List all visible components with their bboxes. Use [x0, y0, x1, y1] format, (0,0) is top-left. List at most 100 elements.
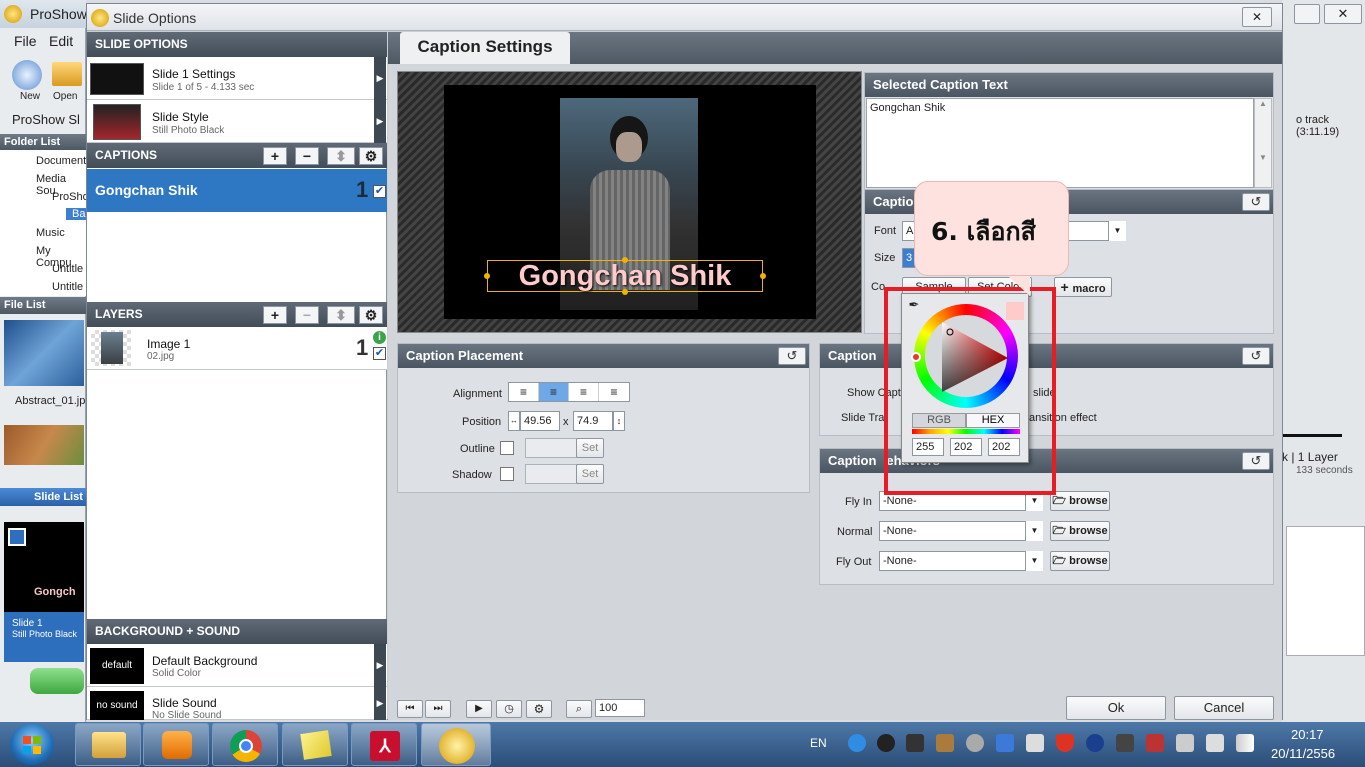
resize-handle[interactable] — [760, 273, 766, 279]
tray-device-icon[interactable] — [1146, 734, 1164, 752]
chevron-right-icon[interactable]: ▶ — [374, 100, 386, 143]
info-icon[interactable]: i — [373, 331, 386, 344]
tray-volume-icon[interactable] — [1176, 734, 1194, 752]
tray-camera-icon[interactable] — [877, 734, 895, 752]
text-scrollbar[interactable]: ▲ ▼ — [1254, 98, 1272, 188]
position-x-arrows-icon[interactable]: ↔ — [508, 411, 520, 431]
tree-item[interactable]: Untitle — [52, 281, 83, 293]
zoom-input[interactable]: 100 — [595, 699, 645, 717]
tray-hat-icon[interactable] — [906, 734, 924, 752]
tray-shield-icon[interactable] — [1056, 734, 1074, 752]
resize-handle[interactable] — [622, 289, 628, 295]
taskbar-proshow[interactable] — [421, 723, 491, 766]
sound-item[interactable]: no sound Slide Sound No Slide Sound ▶ — [87, 687, 387, 721]
slide-settings-item[interactable]: Slide 1 Settings Slide 1 of 5 - 4.133 se… — [87, 57, 387, 100]
remove-layer-button[interactable]: − — [295, 306, 319, 324]
reset-behaviors-button[interactable]: ↺ — [1242, 452, 1270, 470]
shadow-color-swatch[interactable] — [525, 464, 577, 484]
tray-monitor-icon[interactable] — [1116, 734, 1134, 752]
reset-format-button[interactable]: ↺ — [1242, 193, 1270, 211]
tray-disc-icon[interactable] — [966, 734, 984, 752]
clock-time[interactable]: 20:17 — [1291, 727, 1324, 742]
chevron-right-icon[interactable]: ▶ — [374, 687, 386, 720]
taskbar-media-player[interactable] — [143, 723, 209, 766]
zoom-icon[interactable]: ⌕ — [566, 700, 592, 718]
reorder-layer-button[interactable]: ⬍ — [327, 306, 355, 324]
add-layer-button[interactable]: + — [263, 306, 287, 324]
chevron-right-icon[interactable]: ▶ — [374, 57, 386, 100]
normal-browse-button[interactable]: 🗁 browse — [1050, 521, 1110, 541]
caption-text-area[interactable]: Gongchan Shik — [866, 98, 1254, 188]
caption-gear-icon[interactable]: ⚙ — [359, 147, 383, 165]
skip-back-icon[interactable]: ⏮ — [397, 700, 423, 718]
slide-style-item[interactable]: Slide Style Still Photo Black ▶ — [87, 100, 387, 143]
tree-item[interactable]: Music — [36, 227, 65, 239]
shadow-set-button[interactable]: Set — [576, 464, 604, 484]
align-left-icon[interactable]: ≡ — [509, 383, 539, 401]
align-justify-icon[interactable]: ≡ — [599, 383, 629, 401]
menu-edit[interactable]: Edit — [49, 33, 73, 49]
position-y-arrows-icon[interactable]: ↕ — [613, 411, 625, 431]
close-icon[interactable]: ✕ — [1324, 4, 1362, 24]
resize-handle[interactable] — [484, 273, 490, 279]
ok-button[interactable]: Ok — [1066, 696, 1166, 720]
tray-app-icon[interactable] — [848, 734, 866, 752]
tray-box-icon[interactable] — [936, 734, 954, 752]
reset-placement-button[interactable]: ↺ — [778, 347, 806, 365]
reorder-caption-button[interactable]: ⬍ — [327, 147, 355, 165]
tray-printer-icon[interactable] — [1026, 734, 1044, 752]
background-item[interactable]: default Default Background Solid Color ▶ — [87, 644, 387, 687]
normal-select[interactable]: -None- ▼ — [879, 521, 1043, 541]
fly-out-select[interactable]: -None- ▼ — [879, 551, 1043, 571]
taskbar-acrobat[interactable]: ⅄ — [351, 723, 417, 766]
tray-network-icon[interactable] — [996, 734, 1014, 752]
chevron-down-icon[interactable]: ▼ — [1025, 551, 1043, 571]
tray-bluetooth-icon[interactable] — [1086, 734, 1104, 752]
add-caption-button[interactable]: + — [263, 147, 287, 165]
fly-in-browse-button[interactable]: 🗁 browse — [1050, 491, 1110, 511]
file-thumbnail[interactable] — [4, 425, 84, 465]
tray-flag-icon[interactable] — [1206, 734, 1224, 752]
play-icon[interactable]: ▶ — [466, 700, 492, 718]
chevron-right-icon[interactable]: ▶ — [374, 644, 386, 687]
tray-signal-icon[interactable] — [1236, 734, 1254, 752]
taskbar-explorer[interactable] — [75, 723, 141, 766]
caption-visible-checkbox[interactable]: ✔ — [373, 185, 386, 198]
open-folder-icon[interactable] — [52, 62, 82, 86]
outline-checkbox[interactable] — [500, 441, 514, 455]
remove-caption-button[interactable]: − — [295, 147, 319, 165]
abstract-thumbnail[interactable] — [4, 320, 84, 386]
chevron-down-icon[interactable]: ▼ — [1025, 521, 1043, 541]
resize-handle[interactable] — [622, 257, 628, 263]
tree-item[interactable]: Untitle — [52, 263, 83, 275]
dialog-close-button[interactable]: ✕ — [1242, 7, 1272, 27]
position-y-input[interactable]: 74.9 — [573, 411, 613, 431]
chevron-down-icon[interactable]: ▼ — [1108, 221, 1126, 241]
outline-color-swatch[interactable] — [525, 438, 577, 458]
slide1-card[interactable]: Gongch Slide 1 Still Photo Black — [4, 522, 84, 662]
taskbar-sticky-notes[interactable] — [282, 723, 348, 766]
align-right-icon[interactable]: ≡ — [569, 383, 599, 401]
align-center-icon[interactable]: ≡ — [539, 383, 569, 401]
new-icon[interactable] — [12, 60, 42, 90]
menu-file[interactable]: File — [14, 33, 37, 49]
skip-forward-icon[interactable]: ⏭ — [425, 700, 451, 718]
language-indicator[interactable]: EN — [810, 736, 827, 750]
restore-icon[interactable] — [1294, 4, 1320, 24]
reset-settings-button[interactable]: ↺ — [1242, 347, 1270, 365]
cancel-button[interactable]: Cancel — [1174, 696, 1274, 720]
layer-list-item[interactable]: Image 1 02.jpg 1 i ✔ — [87, 327, 387, 370]
clock-icon[interactable]: ◷ — [496, 700, 522, 718]
fly-out-browse-button[interactable]: 🗁 browse — [1050, 551, 1110, 571]
tree-item[interactable]: ProSho — [52, 191, 89, 203]
outline-set-button[interactable]: Set — [576, 438, 604, 458]
caption-list-item[interactable]: Gongchan Shik 1 ✔ — [87, 169, 387, 212]
taskbar-chrome[interactable] — [212, 723, 278, 766]
shadow-checkbox[interactable] — [500, 467, 514, 481]
slide-preview[interactable]: Gongchan Shik — [397, 71, 862, 333]
tab-caption-settings[interactable]: Caption Settings — [400, 32, 570, 64]
position-x-input[interactable]: 49.56 — [520, 411, 560, 431]
macro-button[interactable]: + macro — [1054, 277, 1112, 297]
start-button[interactable] — [10, 724, 54, 765]
gear-icon[interactable]: ⚙ — [526, 700, 552, 718]
